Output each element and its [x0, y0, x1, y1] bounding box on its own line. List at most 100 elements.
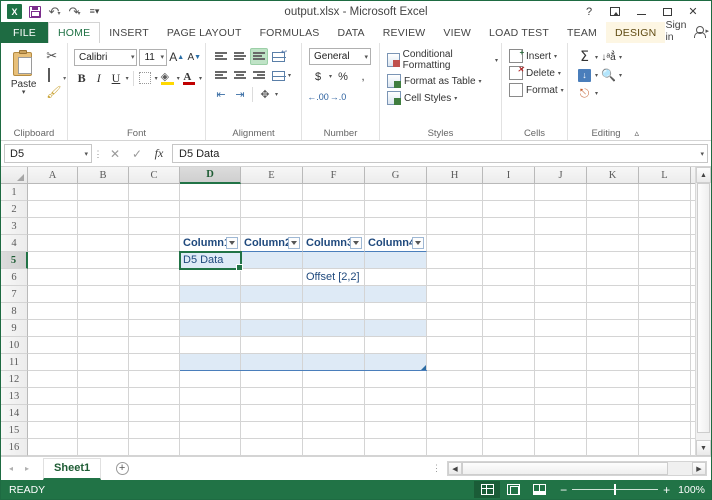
- scroll-up-button[interactable]: ▲: [696, 167, 711, 183]
- filter-dropdown-icon[interactable]: [288, 237, 300, 249]
- cell-I12[interactable]: [483, 371, 535, 388]
- cell-E8[interactable]: [241, 303, 303, 320]
- cell-C12[interactable]: [129, 371, 180, 388]
- cell-K14[interactable]: [587, 405, 639, 422]
- tab-page-layout[interactable]: PAGE LAYOUT: [158, 22, 251, 43]
- zoom-slider[interactable]: [572, 484, 659, 495]
- chevron-down-icon[interactable]: ▾: [595, 72, 598, 79]
- normal-view-button[interactable]: [474, 481, 501, 498]
- cell-L15[interactable]: [639, 422, 691, 439]
- cell-K12[interactable]: [587, 371, 639, 388]
- scroll-down-button[interactable]: ▼: [696, 440, 711, 456]
- table-header-column1[interactable]: Column1: [180, 235, 241, 252]
- cut-button[interactable]: ✂: [46, 49, 61, 64]
- cell-L11[interactable]: [639, 354, 691, 371]
- cell-B8[interactable]: [78, 303, 129, 320]
- cell-G11[interactable]: [365, 354, 427, 371]
- underline-button[interactable]: U: [108, 69, 123, 87]
- horizontal-scroll-thumb[interactable]: [462, 462, 668, 475]
- cell-J16[interactable]: [535, 439, 587, 456]
- table-header-column4[interactable]: Column4: [365, 235, 427, 252]
- cell-C9[interactable]: [129, 320, 180, 337]
- cell-J13[interactable]: [535, 388, 587, 405]
- cell-L7[interactable]: [639, 286, 691, 303]
- cell-K3[interactable]: [587, 218, 639, 235]
- save-icon[interactable]: [25, 3, 44, 21]
- cell-B1[interactable]: [78, 184, 129, 201]
- cell-A16[interactable]: [28, 439, 78, 456]
- increase-font-size-button[interactable]: A ▲: [169, 48, 185, 66]
- merge-and-center-button[interactable]: [269, 67, 287, 84]
- chevron-down-icon[interactable]: ▾: [177, 75, 180, 82]
- row-header-2[interactable]: 2: [1, 201, 28, 218]
- cell-A15[interactable]: [28, 422, 78, 439]
- cell-B6[interactable]: [78, 269, 129, 286]
- borders-button[interactable]: [137, 69, 152, 87]
- page-break-view-button[interactable]: [526, 481, 552, 498]
- cell-G10[interactable]: [365, 337, 427, 354]
- cell-H4[interactable]: [427, 235, 483, 252]
- copy-button[interactable]: ▾: [46, 67, 66, 82]
- cell-D8[interactable]: [180, 303, 241, 320]
- cell-D5[interactable]: D5 Data: [180, 252, 241, 269]
- cell-J1[interactable]: [535, 184, 587, 201]
- cell-I5[interactable]: [483, 252, 535, 269]
- cell-I10[interactable]: [483, 337, 535, 354]
- cell-J2[interactable]: [535, 201, 587, 218]
- format-painter-button[interactable]: 🖌: [46, 85, 61, 100]
- column-header-g[interactable]: G: [365, 167, 427, 184]
- column-header-j[interactable]: J: [535, 167, 587, 184]
- cell-E6[interactable]: [241, 269, 303, 286]
- zoom-slider-thumb[interactable]: [614, 484, 617, 495]
- row-header-8[interactable]: 8: [1, 303, 28, 320]
- align-top-button[interactable]: [212, 48, 230, 65]
- cancel-edit-icon[interactable]: ✕: [104, 144, 126, 163]
- cell-A9[interactable]: [28, 320, 78, 337]
- cell-B4[interactable]: [78, 235, 129, 252]
- cell-G9[interactable]: [365, 320, 427, 337]
- cell-L9[interactable]: [639, 320, 691, 337]
- table-resize-handle[interactable]: [421, 365, 426, 370]
- align-left-button[interactable]: [212, 67, 230, 84]
- insert-cells-button[interactable]: + Insert ▾: [509, 48, 564, 63]
- filter-dropdown-icon[interactable]: [226, 237, 238, 249]
- cell-I14[interactable]: [483, 405, 535, 422]
- cell-F8[interactable]: [303, 303, 365, 320]
- decrease-decimal-button[interactable]: →.0: [329, 88, 347, 105]
- cell-K4[interactable]: [587, 235, 639, 252]
- cell-B14[interactable]: [78, 405, 129, 422]
- vertical-scroll-thumb[interactable]: [697, 183, 710, 433]
- column-header-l[interactable]: L: [639, 167, 691, 184]
- cell-G16[interactable]: [365, 439, 427, 456]
- row-header-7[interactable]: 7: [1, 286, 28, 303]
- page-layout-view-button[interactable]: [500, 481, 526, 498]
- cell-A13[interactable]: [28, 388, 78, 405]
- tab-review[interactable]: REVIEW: [374, 22, 435, 43]
- chevron-down-icon[interactable]: ▾: [329, 73, 332, 80]
- row-header-3[interactable]: 3: [1, 218, 28, 235]
- cell-D15[interactable]: [180, 422, 241, 439]
- paste-button[interactable]: Paste ▾: [4, 46, 43, 127]
- cell-H15[interactable]: [427, 422, 483, 439]
- cell-L4[interactable]: [639, 235, 691, 252]
- cell-L2[interactable]: [639, 201, 691, 218]
- next-sheet-icon[interactable]: ▸: [25, 464, 29, 473]
- sign-in[interactable]: Sign in ▸: [665, 19, 711, 43]
- cell-J6[interactable]: [535, 269, 587, 286]
- cell-G7[interactable]: [365, 286, 427, 303]
- cell-F1[interactable]: [303, 184, 365, 201]
- cell-C11[interactable]: [129, 354, 180, 371]
- sort-and-filter-button[interactable]: ↓ᵃẳ: [600, 49, 617, 65]
- filter-dropdown-icon[interactable]: [350, 237, 362, 249]
- scroll-left-button[interactable]: ◀: [448, 462, 462, 475]
- cell-I4[interactable]: [483, 235, 535, 252]
- row-header-11[interactable]: 11: [1, 354, 28, 371]
- cell-J3[interactable]: [535, 218, 587, 235]
- cell-A12[interactable]: [28, 371, 78, 388]
- cell-F5[interactable]: [303, 252, 365, 269]
- chevron-down-icon[interactable]: ▾: [288, 72, 291, 79]
- help-icon[interactable]: ?: [576, 2, 602, 21]
- percent-format-button[interactable]: %: [334, 68, 352, 85]
- font-name-combo[interactable]: Calibri ▾: [74, 48, 138, 66]
- cell-F16[interactable]: [303, 439, 365, 456]
